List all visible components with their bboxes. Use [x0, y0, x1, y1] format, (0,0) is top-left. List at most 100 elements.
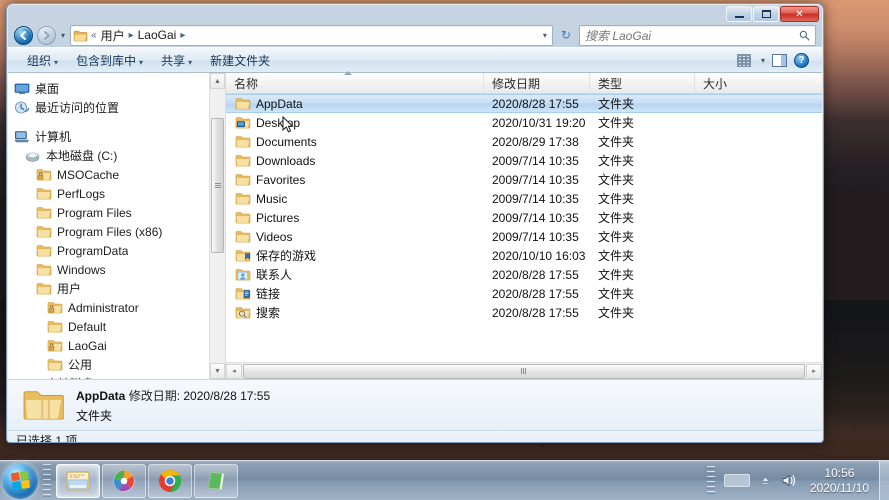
taskbar-notes[interactable] [194, 463, 238, 498]
show-desktop-button[interactable] [879, 460, 889, 500]
sidebar-item-label: LaoGai [68, 338, 107, 353]
sidebar-item-windows[interactable]: Windows [8, 260, 225, 279]
cell-name: Music [226, 191, 484, 206]
scroll-right-arrow-icon[interactable]: ▸ [806, 363, 822, 379]
table-row[interactable]: 保存的游戏 2020/10/10 16:03 文件夹 [226, 246, 822, 265]
taskbar-browser-1[interactable] [102, 463, 146, 498]
file-name-label: 保存的游戏 [256, 249, 317, 263]
sidebar-item-[interactable]: 用户 [8, 279, 225, 298]
navigation-scroll-thumb[interactable] [211, 118, 224, 253]
links-icon [235, 288, 251, 300]
folder-icon [235, 155, 251, 167]
search-box[interactable]: 搜索 LaoGai [579, 24, 816, 46]
close-button[interactable]: ✕ [780, 6, 819, 22]
sidebar-item-msocache[interactable]: MSOCache [8, 165, 225, 184]
sidebar-item-program-files-x86[interactable]: Program Files (x86) [8, 222, 225, 241]
toolbar-include-in-library[interactable]: 包含到库中 ▾ [67, 49, 152, 72]
scroll-down-arrow-icon[interactable]: ▼ [210, 363, 225, 379]
taskbar-drag-handle[interactable] [43, 463, 51, 498]
view-options-caret-icon[interactable]: ▾ [761, 56, 765, 65]
navigation-pane[interactable]: 桌面 最近访问的位置 计算机 本地磁盘 (C:) MSOCache PerfLogs Pro… [8, 73, 226, 379]
windows-start-orb[interactable] [2, 462, 38, 499]
table-row[interactable]: Favorites 2009/7/14 10:35 文件夹 [226, 170, 822, 189]
speaker-icon[interactable] [781, 473, 797, 488]
help-icon[interactable]: ? [794, 52, 809, 68]
chrome-icon [159, 469, 182, 492]
sidebar-item-c[interactable]: 本地磁盘 (C:) [8, 146, 225, 165]
table-row[interactable]: AppData 2020/8/28 17:55 文件夹 [226, 94, 822, 113]
sidebar-item-[interactable]: 桌面 [8, 79, 225, 98]
file-name-label: 搜索 [256, 306, 281, 320]
sidebar-item-d[interactable]: 本地磁盘 (D:) [8, 374, 225, 379]
search-input[interactable]: 搜索 LaoGai [585, 27, 799, 44]
breadcrumb-users[interactable]: 用户 [100, 27, 126, 44]
taskbar[interactable]: 10:56 2020/11/10 [0, 460, 889, 500]
sidebar-item-label: 本地磁盘 (D:) [46, 375, 117, 379]
scroll-left-arrow-icon[interactable]: ◂ [226, 363, 242, 379]
minimize-button[interactable] [726, 6, 752, 22]
toolbar-new-folder[interactable]: 新建文件夹 [201, 49, 279, 72]
back-button[interactable] [14, 25, 33, 45]
breadcrumb-separator-2[interactable]: ▸ [180, 30, 185, 41]
taskbar-chrome[interactable] [148, 463, 192, 498]
folder-locked-icon [47, 302, 63, 314]
history-dropdown-button[interactable]: ▾ [60, 31, 66, 40]
horizontal-scroll-thumb[interactable] [243, 363, 805, 379]
address-dropdown-caret[interactable]: ▾ [543, 31, 550, 40]
table-row[interactable]: Music 2009/7/14 10:35 文件夹 [226, 189, 822, 208]
breadcrumb-leading-separator[interactable]: « [91, 30, 97, 41]
table-row[interactable]: 联系人 2020/8/28 17:55 文件夹 [226, 265, 822, 284]
cell-date: 2020/8/28 17:55 [492, 96, 579, 111]
table-row[interactable]: Pictures 2009/7/14 10:35 文件夹 [226, 208, 822, 227]
file-explorer-window[interactable]: ✕ ▾ « 用户 ▸ LaoGai ▸ ▾ ↻ 搜索 LaoGai 组织 ▾ 包… [6, 3, 824, 443]
horizontal-scrollbar[interactable]: ◂ ▸ [226, 362, 822, 379]
details-file-name: AppData [76, 388, 126, 403]
taskbar-explorer[interactable] [56, 463, 100, 498]
address-bar[interactable]: « 用户 ▸ LaoGai ▸ ▾ [70, 24, 553, 46]
table-row[interactable]: Downloads 2009/7/14 10:35 文件夹 [226, 151, 822, 170]
sidebar-item-perflogs[interactable]: PerfLogs [8, 184, 225, 203]
preview-pane-icon[interactable] [772, 53, 787, 67]
table-row[interactable]: Documents 2020/8/29 17:38 文件夹 [226, 132, 822, 151]
breadcrumb-laogai[interactable]: LaoGai [137, 28, 178, 42]
sidebar-item-default[interactable]: Default [8, 317, 225, 336]
scroll-up-arrow-icon[interactable]: ▲ [210, 73, 225, 89]
table-row[interactable]: 链接 2020/8/28 17:55 文件夹 [226, 284, 822, 303]
breadcrumb-separator-1[interactable]: ▸ [129, 30, 134, 41]
window-titlebar[interactable]: ✕ [7, 4, 823, 23]
table-row[interactable]: Videos 2009/7/14 10:35 文件夹 [226, 227, 822, 246]
view-options-icon[interactable] [736, 53, 751, 67]
sidebar-item-programdata[interactable]: ProgramData [8, 241, 225, 260]
toolbar-organize[interactable]: 组织 ▾ [18, 49, 67, 72]
sidebar-item-[interactable]: 计算机 [8, 127, 225, 146]
column-header-type[interactable]: 类型 [590, 73, 695, 93]
windows-logo-icon [10, 470, 30, 491]
hidden-icons-button[interactable] [723, 474, 750, 487]
sidebar-item-laogai[interactable]: LaoGai [8, 336, 225, 355]
taskbar-clock[interactable]: 10:56 2020/11/10 [806, 466, 873, 496]
maximize-button[interactable] [753, 6, 779, 22]
table-row[interactable]: Desktop 2020/10/31 19:20 文件夹 [226, 113, 822, 132]
folder-icon [36, 226, 52, 238]
table-row[interactable]: 搜索 2020/8/28 17:55 文件夹 [226, 303, 822, 322]
sidebar-item-[interactable]: 公用 [8, 355, 225, 374]
eject-icon[interactable] [759, 474, 772, 487]
navigation-scrollbar[interactable]: ▲ ▼ [209, 73, 225, 379]
toolbar-share[interactable]: 共享 ▾ [152, 49, 201, 72]
cell-date: 2020/8/29 17:38 [492, 134, 579, 149]
sidebar-item-program-files[interactable]: Program Files [8, 203, 225, 222]
sidebar-item-[interactable]: 最近访问的位置 [8, 98, 225, 117]
tray-drag-handle[interactable] [706, 465, 715, 496]
folder-icon [47, 321, 63, 333]
column-header-name[interactable]: 名称 [226, 71, 484, 93]
column-header-date[interactable]: 修改日期 [484, 73, 590, 93]
navigation-tree: 桌面 最近访问的位置 计算机 本地磁盘 (C:) MSOCache PerfLogs Pro… [8, 73, 225, 379]
refresh-button[interactable]: ↻ [557, 28, 575, 42]
system-tray: 10:56 2020/11/10 [706, 465, 879, 496]
column-header-size[interactable]: 大小 [695, 73, 822, 93]
cell-type: 文件夹 [598, 211, 635, 225]
sidebar-item-administrator[interactable]: Administrator [8, 298, 225, 317]
chromium-pinwheel-icon [113, 470, 135, 491]
forward-button[interactable] [37, 25, 56, 45]
cell-type: 文件夹 [598, 230, 635, 244]
